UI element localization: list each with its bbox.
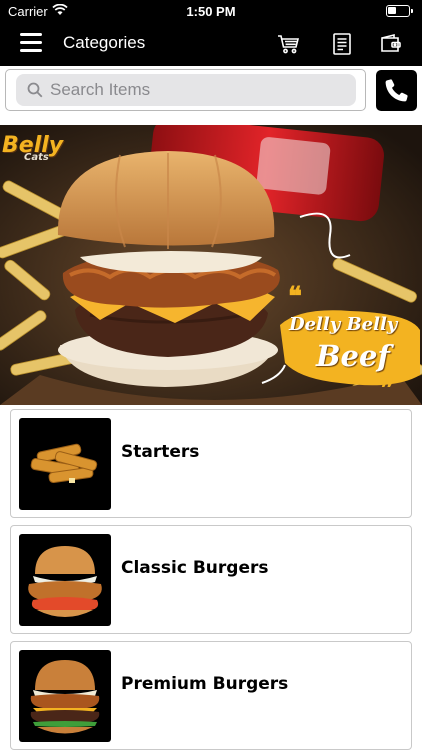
category-label: Classic Burgers xyxy=(121,558,269,578)
search-bar xyxy=(5,69,366,111)
page-title: Categories xyxy=(63,33,146,52)
svg-text:❝: ❝ xyxy=(288,282,302,312)
cart-icon[interactable] xyxy=(277,32,301,56)
search-input[interactable] xyxy=(50,79,350,101)
search-icon xyxy=(27,82,43,98)
chicken-burger-image xyxy=(19,534,111,626)
call-button[interactable] xyxy=(376,70,417,111)
wallet-icon[interactable] xyxy=(379,32,403,56)
banner-title-line1: Delly Belly xyxy=(289,314,398,335)
menu-icon xyxy=(20,33,42,36)
svg-text:❞: ❞ xyxy=(380,374,394,404)
category-item-starters[interactable]: Starters xyxy=(10,409,412,518)
category-label: Premium Burgers xyxy=(121,674,289,694)
brand-logo: Belly Cats xyxy=(2,133,64,163)
promo-banner[interactable]: ❝ ❞ Belly Cats Delly Belly Beef xyxy=(0,125,422,405)
mozzarella-sticks-image xyxy=(19,418,111,510)
banner-title-line2: Beef xyxy=(316,339,390,373)
menu-button[interactable] xyxy=(20,33,42,55)
battery-icon xyxy=(386,5,413,17)
status-bar: Carrier 1:50 PM xyxy=(0,0,422,22)
category-item-premium-burgers[interactable]: Premium Burgers xyxy=(10,641,412,750)
premium-burger-image xyxy=(19,650,111,742)
app-header: Categories xyxy=(0,22,422,66)
search-field-container[interactable] xyxy=(16,74,356,106)
phone-icon xyxy=(385,79,408,102)
category-item-classic-burgers[interactable]: Classic Burgers xyxy=(10,525,412,634)
category-label: Starters xyxy=(121,442,200,462)
status-time: 1:50 PM xyxy=(186,4,236,19)
orders-icon[interactable] xyxy=(330,32,354,56)
